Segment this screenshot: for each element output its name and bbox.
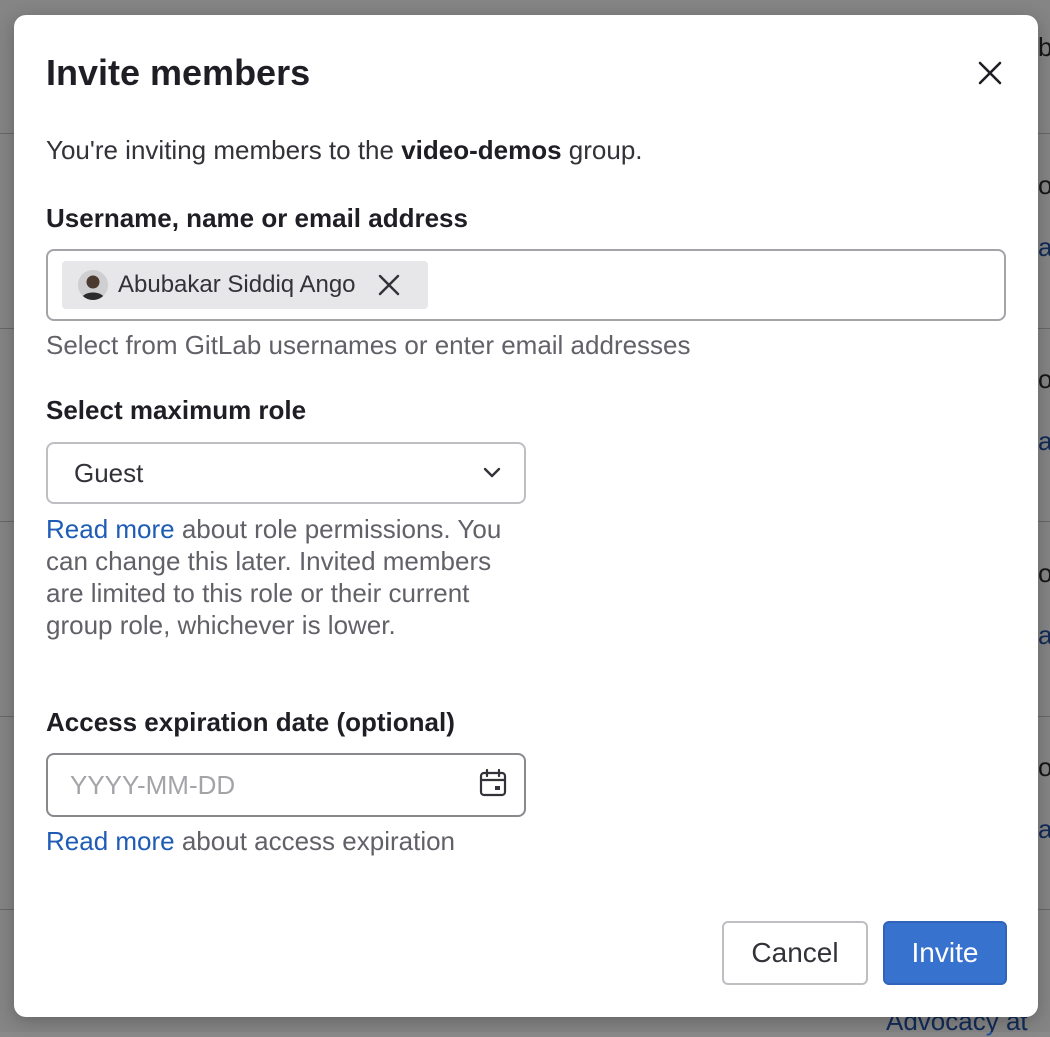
username-label: Username, name or email address: [46, 203, 468, 233]
remove-token-button[interactable]: [374, 270, 404, 300]
member-token: Abubakar Siddiq Ango: [62, 261, 428, 309]
expiration-date-field[interactable]: [46, 753, 526, 817]
expiration-help-text: Read more about access expiration: [46, 825, 455, 857]
invite-button[interactable]: Invite: [883, 921, 1007, 985]
chevron-down-icon: [483, 467, 501, 478]
role-label: Select maximum role: [46, 395, 307, 425]
expiration-help-body: about access expiration: [174, 826, 456, 856]
role-select-value: Guest: [74, 457, 144, 488]
close-button[interactable]: [972, 55, 1008, 91]
role-read-more-link[interactable]: Read more: [46, 514, 175, 544]
modal-title: Invite members: [46, 52, 311, 93]
invite-members-modal: Invite members You're inviting members t…: [14, 15, 1038, 1017]
role-help-text: Read more about role permissions. You ca…: [46, 513, 526, 641]
modal-intro: You're inviting members to the video-dem…: [46, 133, 643, 167]
group-name: video-demos: [401, 135, 562, 165]
expiration-read-more-link[interactable]: Read more: [46, 826, 175, 856]
cancel-button[interactable]: Cancel: [722, 921, 868, 985]
intro-suffix: group.: [561, 135, 643, 165]
calendar-icon: [479, 768, 507, 796]
members-token-input[interactable]: Abubakar Siddiq Ango: [46, 249, 1006, 321]
expiration-label: Access expiration date (optional): [46, 707, 455, 737]
calendar-button[interactable]: [478, 768, 508, 803]
role-select[interactable]: Guest: [46, 442, 526, 504]
expiration-date-input[interactable]: [70, 769, 450, 801]
intro-prefix: You're inviting members to the: [46, 135, 402, 165]
username-help-text: Select from GitLab usernames or enter em…: [46, 330, 691, 360]
close-icon: [378, 274, 399, 296]
close-icon: [978, 61, 1002, 85]
member-token-label: Abubakar Siddiq Ango: [118, 271, 356, 298]
avatar: [78, 270, 108, 300]
